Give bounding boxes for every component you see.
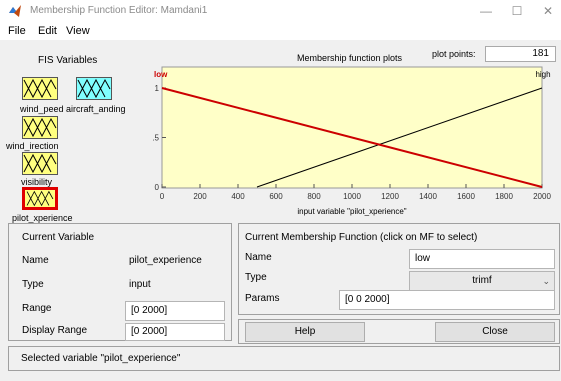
- plot-points-label: plot points:: [432, 49, 476, 59]
- display-range-label: Display Range: [22, 325, 88, 336]
- menu-bar: File Edit View: [0, 22, 561, 40]
- x-tick-label: 1000: [343, 192, 361, 201]
- var-type-value: input: [129, 279, 151, 290]
- input-var-label: wind_irection: [6, 141, 59, 151]
- y-tick-label: 1: [155, 84, 160, 93]
- display-range-input[interactable]: [0 2000]: [125, 323, 225, 341]
- mf-type-value: trimf: [472, 275, 492, 286]
- x-tick-label: 600: [269, 192, 283, 201]
- mf-type-select[interactable]: trimf ⌄: [409, 271, 555, 291]
- current-variable-panel: Current Variable Name pilot_experience T…: [8, 223, 232, 341]
- input-var-label: visibility: [21, 177, 53, 187]
- close-window-button[interactable]: ✕: [540, 3, 556, 19]
- input-var-wind-irection[interactable]: [22, 116, 58, 139]
- mf-label-high[interactable]: high: [535, 70, 550, 79]
- current-mf-panel: Current Membership Function (click on MF…: [238, 223, 560, 315]
- title-bar: Membership Function Editor: Mamdani1 — ☐…: [0, 0, 561, 22]
- y-tick-label: 0.5: [152, 134, 160, 143]
- input-var-wind-peed[interactable]: [22, 77, 58, 100]
- maximize-button[interactable]: ☐: [509, 3, 525, 19]
- status-text: Selected variable "pilot_experience": [21, 353, 181, 364]
- fis-variables-panel: FIS Variables wind_peed aircraft_anding …: [0, 44, 145, 223]
- current-variable-heading: Current Variable: [22, 232, 95, 243]
- x-tick-label: 400: [231, 192, 245, 201]
- mf-editor-window: Membership Function Editor: Mamdani1 — ☐…: [0, 0, 561, 381]
- mf-shape-icon: [23, 78, 57, 99]
- mf-plot-panel: 0 200 400 600 800 1000 1200 1400 1600 1800 2000 0 0.…: [152, 44, 561, 220]
- matlab-logo-icon: [9, 5, 21, 17]
- var-type-label: Type: [22, 279, 44, 290]
- mf-plot[interactable]: 0 200 400 600 800 1000 1200 1400 1600 1800 2000 0 0.…: [152, 44, 561, 220]
- close-button[interactable]: Close: [435, 322, 555, 342]
- x-tick-label: 0: [160, 192, 165, 201]
- var-name-value: pilot_experience: [129, 255, 202, 266]
- input-var-label: pilot_xperience: [12, 213, 73, 223]
- input-var-label: wind_peed: [20, 104, 64, 114]
- x-tick-label: 1800: [495, 192, 513, 201]
- output-var-label: aircraft_anding: [66, 104, 126, 114]
- var-range-label: Range: [22, 303, 52, 314]
- current-mf-heading: Current Membership Function (click on MF…: [245, 232, 478, 243]
- plot-points-input[interactable]: 181: [485, 46, 556, 62]
- x-tick-label: 2000: [533, 192, 551, 201]
- chevron-down-icon: ⌄: [542, 276, 550, 286]
- mf-shape-icon: [77, 78, 111, 99]
- minimize-button[interactable]: —: [478, 3, 494, 19]
- mf-params-input[interactable]: [0 0 2000]: [339, 290, 555, 310]
- x-tick-label: 1200: [381, 192, 399, 201]
- x-axis-label: input variable "pilot_xperience": [297, 207, 406, 216]
- menu-view[interactable]: View: [66, 25, 90, 37]
- window-title: Membership Function Editor: Mamdani1: [30, 5, 208, 16]
- output-var-aircraft-anding[interactable]: [76, 77, 112, 100]
- var-name-label: Name: [22, 255, 49, 266]
- x-tick-label: 800: [307, 192, 321, 201]
- mf-name-input[interactable]: low: [409, 249, 555, 269]
- mf-shape-icon: [26, 190, 54, 207]
- x-tick-label: 200: [193, 192, 207, 201]
- plot-background: [161, 66, 543, 189]
- menu-edit[interactable]: Edit: [38, 25, 57, 37]
- help-button[interactable]: Help: [245, 322, 365, 342]
- x-tick-label: 1400: [419, 192, 437, 201]
- y-tick-label: 0: [155, 183, 160, 192]
- mf-label-low[interactable]: low: [154, 70, 168, 79]
- mf-shape-icon: [23, 117, 57, 138]
- input-var-visibility[interactable]: [22, 152, 58, 175]
- buttons-panel: Help Close: [238, 319, 560, 344]
- input-var-pilot-xperience[interactable]: [22, 187, 58, 210]
- plot-title: Membership function plots: [297, 53, 403, 63]
- menu-file[interactable]: File: [8, 25, 26, 37]
- mf-name-label: Name: [245, 252, 272, 263]
- mf-params-label: Params: [245, 293, 280, 304]
- range-input[interactable]: [0 2000]: [125, 301, 225, 321]
- fis-variables-heading: FIS Variables: [38, 55, 98, 66]
- status-bar: Selected variable "pilot_experience": [8, 346, 560, 371]
- x-tick-label: 1600: [457, 192, 475, 201]
- mf-type-label: Type: [245, 272, 267, 283]
- mf-shape-icon: [23, 153, 57, 174]
